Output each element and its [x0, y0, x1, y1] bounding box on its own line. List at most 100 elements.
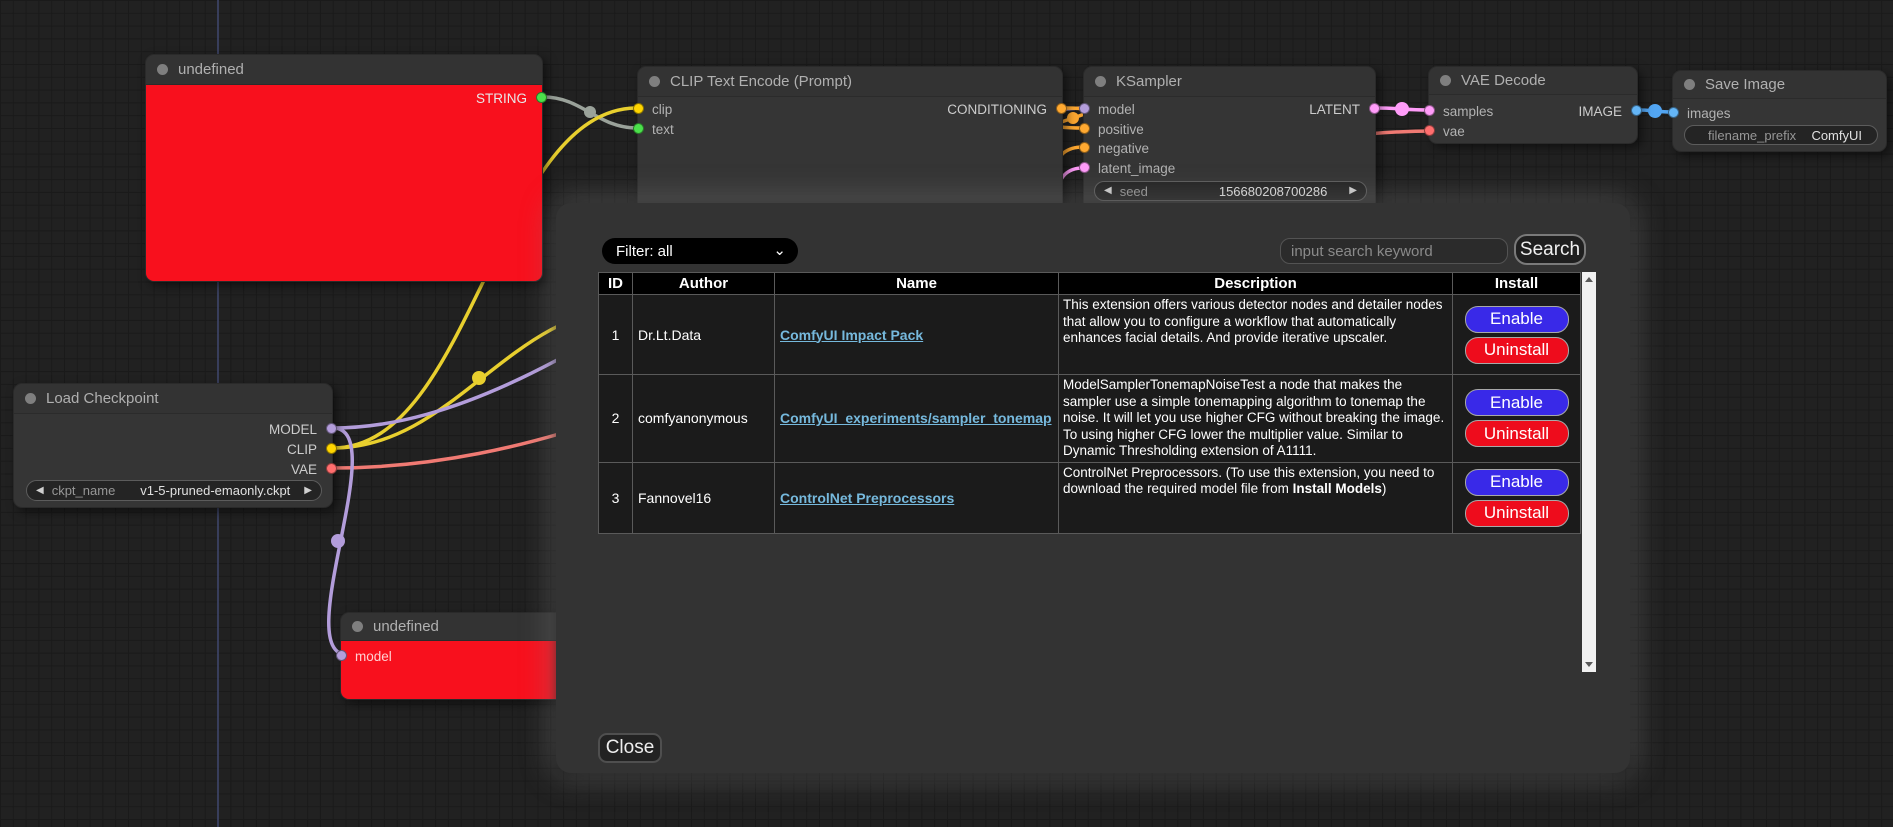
enable-button[interactable]: Enable: [1465, 306, 1569, 333]
input-slot-negative: negative: [1084, 138, 1375, 158]
node-title: VAE Decode: [1461, 72, 1546, 89]
output-slot-latent: LATENT: [1084, 99, 1375, 119]
decrement-arrow-icon[interactable]: ◀: [1104, 186, 1112, 196]
node-title: undefined: [178, 61, 244, 78]
collapse-dot-icon[interactable]: [25, 393, 36, 404]
collapse-dot-icon[interactable]: [1440, 75, 1451, 86]
cell-description: This extension offers various detector n…: [1059, 295, 1453, 375]
header-author: Author: [633, 273, 775, 295]
output-slot-clip: CLIP: [14, 439, 332, 459]
node-title: CLIP Text Encode (Prompt): [670, 73, 852, 90]
table-row: 1 Dr.Lt.Data ComfyUI Impact Pack This ex…: [599, 295, 1581, 375]
chevron-down-icon: ⌄: [773, 246, 786, 256]
header-id: ID: [599, 273, 633, 295]
text-input-dot[interactable]: [633, 123, 644, 134]
filename-prefix-widget[interactable]: filename_prefix ComfyUI: [1684, 125, 1878, 145]
output-slot-conditioning: CONDITIONING: [638, 99, 1062, 119]
search-button[interactable]: Search: [1514, 234, 1586, 265]
cell-name: ControlNet Preprocessors: [775, 462, 1059, 533]
enable-button[interactable]: Enable: [1465, 389, 1569, 416]
vae-output-dot[interactable]: [326, 463, 337, 474]
cell-id: 2: [599, 375, 633, 463]
collapse-dot-icon[interactable]: [157, 64, 168, 75]
uninstall-button[interactable]: Uninstall: [1465, 500, 1569, 527]
positive-input-dot[interactable]: [1079, 123, 1090, 134]
cell-name: ComfyUI Impact Pack: [775, 295, 1059, 375]
output-slot-image: IMAGE: [1429, 101, 1637, 121]
node-title: KSampler: [1116, 73, 1182, 90]
ckpt-name-widget[interactable]: ◀ ckpt_name v1-5-pruned-emaonly.ckpt ▶: [26, 480, 322, 501]
input-slot-vae: vae: [1429, 121, 1637, 141]
custom-nodes-manager-dialog: Filter: all ⌄ Search ID Author Name Desc…: [556, 203, 1630, 773]
cell-author: Fannovel16: [633, 462, 775, 533]
node-title-bar[interactable]: VAE Decode: [1429, 67, 1637, 95]
output-slot-vae: VAE: [14, 459, 332, 479]
node-graph-canvas[interactable]: undefined STRING CLIP Text Encode (Promp…: [0, 0, 1893, 827]
node-title-bar[interactable]: undefined: [146, 55, 542, 85]
header-install: Install: [1453, 273, 1581, 295]
cell-author: Dr.Lt.Data: [633, 295, 775, 375]
model-output-dot[interactable]: [326, 423, 337, 434]
cell-install: Enable Uninstall: [1453, 295, 1581, 375]
images-input-dot[interactable]: [1668, 107, 1679, 118]
node-vae-decode[interactable]: VAE Decode samples vae IMAGE: [1428, 66, 1638, 144]
uninstall-button[interactable]: Uninstall: [1465, 337, 1569, 364]
table-row: 2 comfyanonymous ComfyUI_experiments/sam…: [599, 375, 1581, 463]
cell-name: ComfyUI_experiments/sampler_tonemap: [775, 375, 1059, 463]
extension-link[interactable]: ControlNet Preprocessors: [780, 490, 954, 506]
output-slot-model: MODEL: [14, 419, 332, 439]
filter-dropdown-value: Filter: all: [616, 243, 673, 260]
extension-link[interactable]: ComfyUI_experiments/sampler_tonemap: [780, 410, 1052, 426]
cell-install: Enable Uninstall: [1453, 462, 1581, 533]
node-title-bar[interactable]: CLIP Text Encode (Prompt): [638, 67, 1062, 97]
enable-button[interactable]: Enable: [1465, 469, 1569, 496]
collapse-dot-icon[interactable]: [649, 76, 660, 87]
uninstall-button[interactable]: Uninstall: [1465, 420, 1569, 447]
header-description: Description: [1059, 273, 1453, 295]
extensions-table: ID Author Name Description Install 1 Dr.…: [598, 272, 1581, 534]
clip-output-dot[interactable]: [326, 443, 337, 454]
close-button[interactable]: Close: [598, 733, 662, 763]
output-slot-string: STRING: [146, 88, 542, 108]
filter-dropdown[interactable]: Filter: all ⌄: [602, 238, 798, 264]
cell-author: comfyanonymous: [633, 375, 775, 463]
table-row: 3 Fannovel16 ControlNet Preprocessors Co…: [599, 462, 1581, 533]
collapse-dot-icon[interactable]: [1684, 79, 1695, 90]
increment-arrow-icon[interactable]: ▶: [304, 486, 312, 496]
scroll-up-arrow-icon[interactable]: [1585, 277, 1593, 282]
table-scrollbar[interactable]: [1582, 272, 1596, 672]
collapse-dot-icon[interactable]: [352, 621, 363, 632]
extension-link[interactable]: ComfyUI Impact Pack: [780, 327, 923, 343]
increment-arrow-icon[interactable]: ▶: [1349, 186, 1357, 196]
collapse-dot-icon[interactable]: [1095, 76, 1106, 87]
conditioning-output-dot[interactable]: [1056, 103, 1067, 114]
cell-description: ControlNet Preprocessors. (To use this e…: [1059, 462, 1453, 533]
node-title-bar[interactable]: KSampler: [1084, 67, 1375, 97]
input-slot-latent-image: latent_image: [1084, 158, 1375, 178]
search-input[interactable]: [1280, 238, 1508, 264]
model-input-dot[interactable]: [336, 650, 347, 661]
cell-install: Enable Uninstall: [1453, 375, 1581, 463]
decrement-arrow-icon[interactable]: ◀: [36, 486, 44, 496]
negative-input-dot[interactable]: [1079, 142, 1090, 153]
node-undefined-top[interactable]: undefined STRING: [145, 54, 543, 282]
input-slot-text: text: [638, 119, 1062, 139]
node-title-bar[interactable]: Load Checkpoint: [14, 384, 332, 414]
cell-description: ModelSamplerTonemapNoiseTest a node that…: [1059, 375, 1453, 463]
latent-output-dot[interactable]: [1369, 103, 1380, 114]
cell-id: 1: [599, 295, 633, 375]
input-slot-images: images: [1673, 103, 1886, 123]
seed-widget[interactable]: ◀ seed 156680208700286 ▶: [1094, 181, 1367, 201]
input-slot-positive: positive: [1084, 119, 1375, 139]
scroll-down-arrow-icon[interactable]: [1585, 662, 1593, 667]
node-save-image[interactable]: Save Image images filename_prefix ComfyU…: [1672, 70, 1887, 152]
node-title-bar[interactable]: Save Image: [1673, 71, 1886, 99]
image-output-dot[interactable]: [1631, 105, 1642, 116]
node-title: undefined: [373, 618, 439, 635]
latent-image-input-dot[interactable]: [1079, 162, 1090, 173]
string-output-dot[interactable]: [536, 92, 547, 103]
vae-input-dot[interactable]: [1424, 125, 1435, 136]
cell-id: 3: [599, 462, 633, 533]
table-header-row: ID Author Name Description Install: [599, 273, 1581, 295]
node-load-checkpoint[interactable]: Load Checkpoint MODEL CLIP VAE ◀ ckpt_na…: [13, 383, 333, 508]
